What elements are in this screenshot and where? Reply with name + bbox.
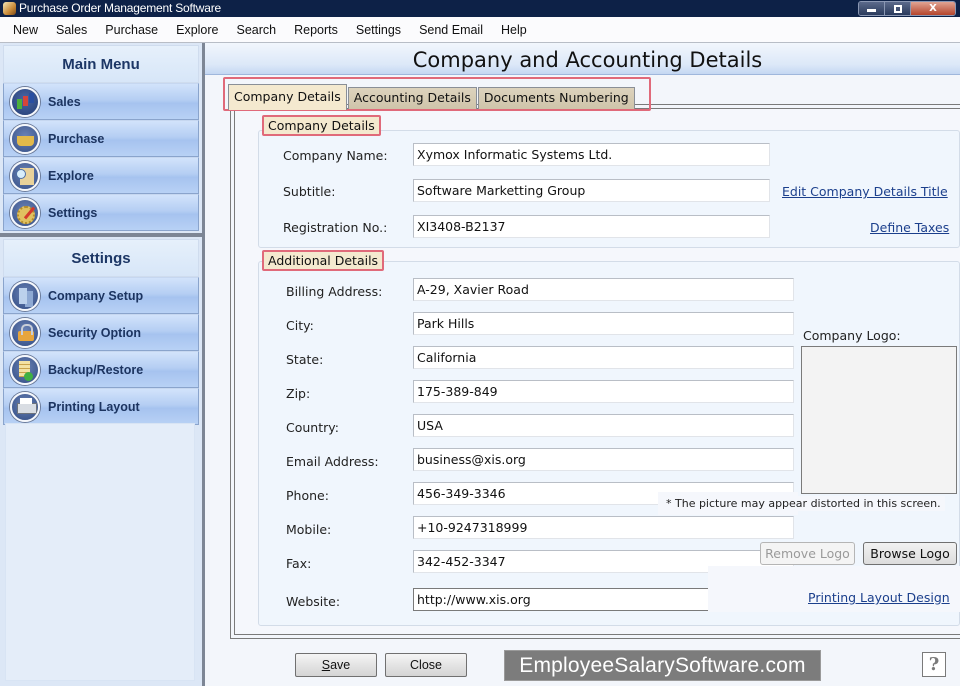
sidebar-item-label: Sales xyxy=(48,94,81,109)
menu-search[interactable]: Search xyxy=(231,23,283,37)
menu-new[interactable]: New xyxy=(7,23,44,37)
edit-company-details-title-link[interactable]: Edit Company Details Title xyxy=(782,184,948,199)
sales-chart-icon xyxy=(10,86,40,117)
browse-logo-button[interactable]: Browse Logo xyxy=(863,542,957,565)
menu-help[interactable]: Help xyxy=(495,23,533,37)
zip-input[interactable] xyxy=(413,380,794,403)
sidebar-item-security-option[interactable]: Security Option xyxy=(3,314,199,351)
sidebar-item-printing-layout[interactable]: Printing Layout xyxy=(3,388,199,425)
sidebar-item-label: Backup/Restore xyxy=(48,362,144,377)
billing-address-label: Billing Address: xyxy=(286,284,383,299)
state-input[interactable] xyxy=(413,346,794,369)
remove-logo-button[interactable]: Remove Logo xyxy=(760,542,855,565)
links-backdrop xyxy=(708,566,960,612)
close-window-button[interactable]: X xyxy=(911,2,955,15)
tab-company-details[interactable]: Company Details xyxy=(228,84,347,110)
save-label-rest: ave xyxy=(330,658,351,672)
sidebar-item-label: Security Option xyxy=(48,325,142,340)
subtitle-label: Subtitle: xyxy=(283,184,336,199)
registration-no-input[interactable] xyxy=(413,215,770,238)
backup-database-icon xyxy=(10,354,40,385)
company-logo-label: Company Logo: xyxy=(803,328,901,343)
app-icon xyxy=(3,2,16,15)
sidebar: Main Menu Sales Purchase Explore Setting… xyxy=(0,43,205,686)
main-menu-heading: Main Menu xyxy=(3,45,199,83)
company-name-input[interactable] xyxy=(413,143,770,166)
city-input[interactable] xyxy=(413,312,794,335)
country-input[interactable] xyxy=(413,414,794,437)
close-icon: X xyxy=(929,3,937,14)
tab-accounting-details[interactable]: Accounting Details xyxy=(347,87,477,109)
menu-bar: New Sales Purchase Explore Search Report… xyxy=(0,17,960,43)
close-button[interactable]: Close xyxy=(385,653,467,677)
mobile-label: Mobile: xyxy=(286,522,332,537)
additional-details-legend: Additional Details xyxy=(262,250,385,271)
save-mnemonic: S xyxy=(321,658,331,672)
menu-explore[interactable]: Explore xyxy=(170,23,224,37)
help-button[interactable]: ? xyxy=(922,652,946,677)
city-label: City: xyxy=(286,318,314,333)
minimize-button[interactable] xyxy=(859,2,885,15)
window-controls: X xyxy=(858,1,956,16)
window-title: Purchase Order Management Software xyxy=(19,1,221,15)
sidebar-item-label: Purchase xyxy=(48,131,105,146)
watermark-banner: EmployeeSalarySoftware.com xyxy=(504,650,821,681)
company-name-label: Company Name: xyxy=(283,148,388,163)
sidebar-item-company-setup[interactable]: Company Setup xyxy=(3,277,199,314)
sidebar-item-label: Settings xyxy=(48,205,98,220)
sidebar-item-backup-restore[interactable]: Backup/Restore xyxy=(3,351,199,388)
company-logo-preview xyxy=(801,346,957,494)
sidebar-item-sales[interactable]: Sales xyxy=(3,83,199,120)
page-title: Company and Accounting Details xyxy=(412,48,763,72)
menu-purchase[interactable]: Purchase xyxy=(99,23,164,37)
explore-magnifier-icon xyxy=(10,160,40,191)
company-details-legend: Company Details xyxy=(262,115,381,136)
fax-label: Fax: xyxy=(286,556,312,571)
menu-settings[interactable]: Settings xyxy=(350,23,407,37)
main-header: Company and Accounting Details xyxy=(205,43,960,75)
website-label: Website: xyxy=(286,594,341,609)
mobile-input[interactable] xyxy=(413,516,794,539)
sidebar-item-label: Company Setup xyxy=(48,288,144,303)
maximize-icon xyxy=(893,4,902,13)
printing-layout-design-link[interactable]: Printing Layout Design xyxy=(808,590,950,605)
state-label: State: xyxy=(286,352,324,367)
menu-reports[interactable]: Reports xyxy=(288,23,344,37)
country-label: Country: xyxy=(286,420,339,435)
tab-documents-numbering[interactable]: Documents Numbering xyxy=(477,87,635,109)
sidebar-item-label: Explore xyxy=(48,168,94,183)
lock-icon xyxy=(10,317,40,348)
sidebar-divider xyxy=(0,233,202,237)
subtitle-input[interactable] xyxy=(413,179,770,202)
logo-distortion-note: * The picture may appear distorted in th… xyxy=(662,496,945,511)
main-panel: Company and Accounting Details Company D… xyxy=(205,43,960,686)
minimize-icon xyxy=(867,9,876,12)
maximize-button[interactable] xyxy=(885,2,911,15)
save-button[interactable]: Save xyxy=(295,653,377,677)
sidebar-empty-area xyxy=(5,423,195,681)
email-address-input[interactable] xyxy=(413,448,794,471)
sidebar-item-settings[interactable]: Settings xyxy=(3,194,199,231)
printer-icon xyxy=(10,391,40,422)
sidebar-item-label: Printing Layout xyxy=(48,399,140,414)
settings-heading: Settings xyxy=(3,239,199,277)
company-building-icon xyxy=(10,280,40,311)
tab-strip: Company Details Accounting Details Docum… xyxy=(223,77,651,111)
menu-send-email[interactable]: Send Email xyxy=(413,23,489,37)
registration-no-label: Registration No.: xyxy=(283,220,388,235)
phone-label: Phone: xyxy=(286,488,329,503)
billing-address-input[interactable] xyxy=(413,278,794,301)
menu-sales[interactable]: Sales xyxy=(50,23,93,37)
zip-label: Zip: xyxy=(286,386,311,401)
title-bar: Purchase Order Management Software X xyxy=(0,0,960,17)
email-address-label: Email Address: xyxy=(286,454,379,469)
sidebar-item-explore[interactable]: Explore xyxy=(3,157,199,194)
settings-gear-icon xyxy=(10,197,40,228)
sidebar-item-purchase[interactable]: Purchase xyxy=(3,120,199,157)
define-taxes-link[interactable]: Define Taxes xyxy=(870,220,949,235)
basket-icon xyxy=(10,123,40,154)
help-question-icon: ? xyxy=(928,654,940,675)
